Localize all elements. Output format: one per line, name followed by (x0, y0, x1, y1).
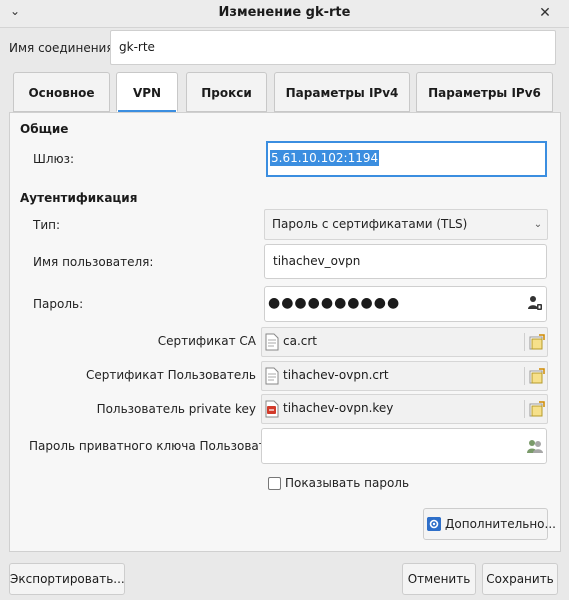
chevron-down-icon: ⌄ (533, 219, 543, 230)
save-button[interactable]: Сохранить (482, 563, 558, 595)
private-key-label: Пользователь private key (96, 402, 256, 416)
tab-ipv6[interactable]: Параметры IPv6 (416, 72, 553, 112)
username-input[interactable]: tihachev_ovpn (264, 244, 547, 279)
tab-proxy[interactable]: Прокси (186, 72, 267, 112)
users-icon[interactable] (527, 438, 543, 454)
document-icon (265, 333, 279, 351)
file-chooser-separator (524, 367, 525, 385)
ca-cert-label: Сертификат CA (157, 334, 256, 348)
password-value: ●●●●●●●●●● (268, 295, 401, 311)
advanced-button-label: Дополнительно... (445, 517, 556, 531)
auth-type-select[interactable]: Пароль с сертификатами (TLS) (264, 209, 548, 240)
file-chooser-separator (524, 333, 525, 351)
auth-type-label: Тип: (33, 218, 61, 232)
user-cert-label: Сертификат Пользователь (85, 368, 256, 382)
open-file-icon[interactable] (529, 401, 545, 417)
file-chooser-separator (524, 400, 525, 418)
gateway-label: Шлюз: (33, 152, 75, 166)
key-file-icon (265, 400, 279, 418)
username-label: Имя пользователя: (33, 255, 154, 269)
auth-section-title: Аутентификация (20, 191, 138, 205)
window-title: Изменение gk-rte (218, 5, 351, 20)
chevron-down-icon[interactable]: ⌄ (6, 2, 24, 20)
tab-vpn[interactable]: VPN (116, 72, 178, 112)
tab-ipv4[interactable]: Параметры IPv4 (274, 72, 410, 112)
close-icon[interactable]: ✕ (536, 4, 554, 22)
user-password-icon[interactable] (527, 295, 543, 311)
ca-cert-value: ca.crt (283, 334, 318, 348)
document-icon (265, 367, 279, 385)
open-file-icon[interactable] (529, 368, 545, 384)
show-password-checkbox[interactable] (268, 477, 281, 490)
tab-general[interactable]: Основное (13, 72, 110, 112)
key-password-label: Пароль приватного ключа Пользователь (29, 439, 288, 453)
connection-name-label: Имя соединения (9, 41, 114, 55)
cancel-button[interactable]: Отменить (402, 563, 476, 595)
show-password-label[interactable]: Показывать пароль (285, 476, 409, 490)
private-key-value: tihachev-ovpn.key (283, 401, 394, 415)
export-button[interactable]: Экспортировать... (9, 563, 125, 595)
gateway-value: 5.61.10.102:1194 (270, 150, 380, 166)
open-file-icon[interactable] (529, 334, 545, 350)
connection-name-input[interactable]: gk-rte (110, 30, 556, 65)
user-cert-value: tihachev-ovpn.crt (283, 368, 389, 382)
general-section-title: Общие (20, 122, 69, 136)
password-label: Пароль: (33, 297, 84, 311)
gear-icon (427, 517, 441, 531)
key-password-input[interactable] (261, 428, 547, 464)
